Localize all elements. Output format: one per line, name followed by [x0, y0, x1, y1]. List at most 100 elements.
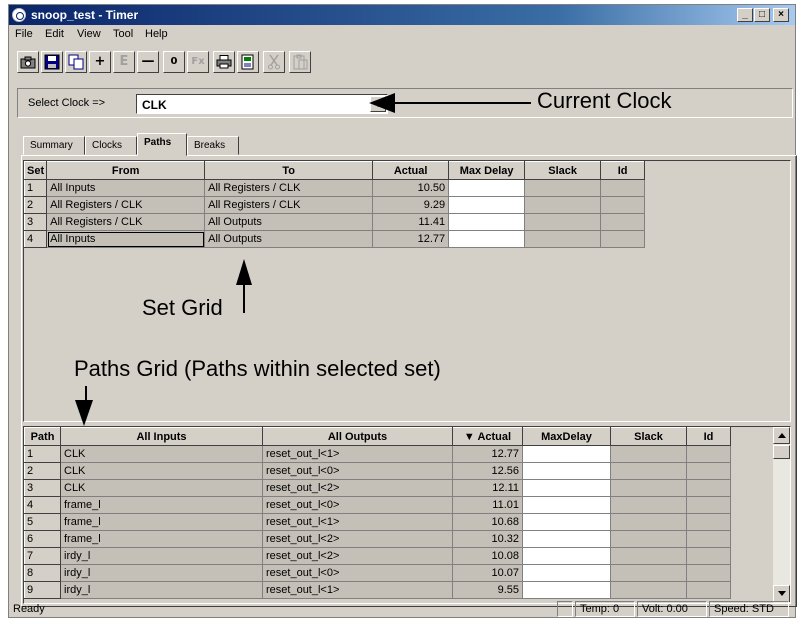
column-header-all-inputs[interactable]: All Inputs — [60, 427, 263, 446]
actual-cell[interactable]: 12.77 — [452, 445, 523, 463]
slack-cell[interactable] — [610, 462, 687, 480]
column-header-path[interactable]: Path — [24, 427, 61, 446]
input-cell[interactable]: frame_l — [60, 496, 263, 514]
preview-icon[interactable] — [237, 51, 259, 73]
id-cell[interactable] — [686, 496, 731, 514]
row-number[interactable]: 4 — [23, 230, 48, 248]
table-row[interactable]: 1 All Inputs All Registers / CLK 10.50 — [23, 179, 646, 197]
table-row[interactable]: 2 CLK reset_out_l<0> 12.56 — [24, 462, 731, 480]
row-number[interactable]: 2 — [23, 196, 48, 214]
title-bar[interactable]: snoop_test - Timer _ □ × — [9, 5, 795, 25]
column-header-from[interactable]: From — [46, 161, 206, 180]
output-cell[interactable]: reset_out_l<0> — [262, 496, 453, 514]
fx-icon[interactable]: Fx — [187, 51, 209, 73]
close-button[interactable]: × — [773, 8, 789, 22]
table-row[interactable]: 4 frame_l reset_out_l<0> 11.01 — [24, 496, 731, 514]
copy-icon[interactable] — [65, 51, 87, 73]
minimize-button[interactable]: _ — [737, 8, 753, 22]
tab-clocks[interactable]: Clocks — [85, 136, 137, 155]
row-number[interactable]: 8 — [24, 564, 61, 582]
input-cell[interactable]: CLK — [60, 479, 263, 497]
slack-cell[interactable] — [524, 179, 602, 197]
row-number[interactable]: 1 — [24, 445, 61, 463]
id-cell[interactable] — [600, 230, 646, 248]
output-cell[interactable]: reset_out_l<2> — [262, 547, 453, 565]
max-delay-cell[interactable] — [448, 179, 526, 197]
from-cell[interactable]: All Registers / CLK — [46, 213, 206, 231]
input-cell[interactable]: irdy_l — [60, 581, 263, 599]
row-number[interactable]: 3 — [24, 479, 61, 497]
maxdelay-cell[interactable] — [522, 564, 611, 582]
scroll-thumb[interactable] — [773, 445, 790, 459]
maxdelay-cell[interactable] — [522, 479, 611, 497]
menu-tool[interactable]: Tool — [113, 28, 133, 40]
slack-cell[interactable] — [610, 564, 687, 582]
id-cell[interactable] — [600, 196, 646, 214]
column-header-all-outputs[interactable]: All Outputs — [262, 427, 453, 446]
from-cell[interactable]: All Inputs — [46, 230, 206, 248]
slack-cell[interactable] — [610, 445, 687, 463]
output-cell[interactable]: reset_out_l<2> — [262, 479, 453, 497]
id-cell[interactable] — [686, 564, 731, 582]
output-cell[interactable]: reset_out_l<2> — [262, 530, 453, 548]
tab-paths[interactable]: Paths — [137, 133, 187, 156]
max-delay-cell[interactable] — [448, 196, 526, 214]
menu-help[interactable]: Help — [145, 28, 168, 40]
save-icon[interactable] — [41, 51, 63, 73]
maximize-button[interactable]: □ — [754, 8, 770, 22]
column-header-to[interactable]: To — [204, 161, 374, 180]
menu-view[interactable]: View — [77, 28, 101, 40]
maxdelay-cell[interactable] — [522, 530, 611, 548]
column-header-slack[interactable]: Slack — [610, 427, 687, 446]
table-row[interactable]: 8 irdy_l reset_out_l<0> 10.07 — [24, 564, 731, 582]
tab-breaks[interactable]: Breaks — [187, 136, 239, 155]
id-cell[interactable] — [686, 479, 731, 497]
scroll-down-icon[interactable] — [773, 585, 790, 602]
cut-icon[interactable] — [263, 51, 285, 73]
actual-cell[interactable]: 9.55 — [452, 581, 523, 599]
table-row[interactable]: 1 CLK reset_out_l<1> 12.77 — [24, 445, 731, 463]
input-cell[interactable]: CLK — [60, 462, 263, 480]
actual-cell[interactable]: 11.41 — [372, 213, 450, 231]
row-number[interactable]: 2 — [24, 462, 61, 480]
clock-dropdown[interactable]: CLK — [136, 94, 388, 114]
actual-cell[interactable]: 10.32 — [452, 530, 523, 548]
id-cell[interactable] — [686, 462, 731, 480]
e-icon[interactable]: E — [113, 51, 135, 73]
output-cell[interactable]: reset_out_l<1> — [262, 581, 453, 599]
id-cell[interactable] — [686, 513, 731, 531]
column-header-id[interactable]: Id — [686, 427, 731, 446]
column-header-max-delay[interactable]: Max Delay — [448, 161, 526, 180]
table-row[interactable]: 3 All Registers / CLK All Outputs 11.41 — [23, 213, 646, 231]
column-header-maxdelay[interactable]: MaxDelay — [522, 427, 611, 446]
menu-edit[interactable]: Edit — [45, 28, 64, 40]
maxdelay-cell[interactable] — [522, 496, 611, 514]
slack-cell[interactable] — [610, 581, 687, 599]
row-number[interactable]: 9 — [24, 581, 61, 599]
input-cell[interactable]: irdy_l — [60, 564, 263, 582]
id-cell[interactable] — [686, 445, 731, 463]
scroll-up-icon[interactable] — [773, 427, 790, 444]
output-cell[interactable]: reset_out_l<0> — [262, 564, 453, 582]
table-row[interactable]: 9 irdy_l reset_out_l<1> 9.55 — [24, 581, 731, 599]
actual-cell[interactable]: 10.68 — [452, 513, 523, 531]
maxdelay-cell[interactable] — [522, 547, 611, 565]
maxdelay-cell[interactable] — [522, 513, 611, 531]
row-number[interactable]: 1 — [23, 179, 48, 197]
id-cell[interactable] — [686, 530, 731, 548]
actual-cell[interactable]: 11.01 — [452, 496, 523, 514]
paste-icon[interactable] — [289, 51, 311, 73]
to-cell[interactable]: All Outputs — [204, 213, 374, 231]
input-cell[interactable]: frame_l — [60, 513, 263, 531]
slack-cell[interactable] — [610, 496, 687, 514]
menu-file[interactable]: File — [15, 28, 33, 40]
slack-cell[interactable] — [524, 230, 602, 248]
id-cell[interactable] — [600, 213, 646, 231]
to-cell[interactable]: All Registers / CLK — [204, 196, 374, 214]
column-header-slack[interactable]: Slack — [524, 161, 602, 180]
slack-cell[interactable] — [610, 547, 687, 565]
input-cell[interactable]: frame_l — [60, 530, 263, 548]
slack-cell[interactable] — [610, 513, 687, 531]
from-cell[interactable]: All Registers / CLK — [46, 196, 206, 214]
table-row[interactable]: 6 frame_l reset_out_l<2> 10.32 — [24, 530, 731, 548]
